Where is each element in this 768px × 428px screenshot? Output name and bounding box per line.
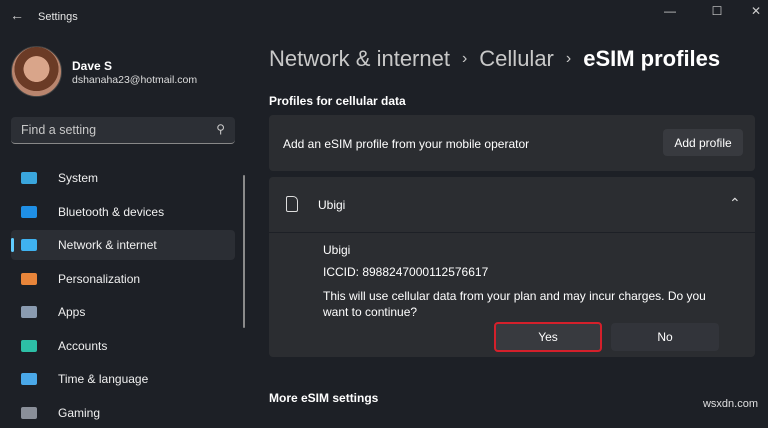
- sidebar-item-label: Gaming: [58, 405, 101, 420]
- sidebar-item-label: Personalization: [58, 271, 141, 286]
- back-button[interactable]: ←: [10, 7, 24, 23]
- nav-icon: [21, 339, 37, 352]
- nav-icon: [21, 306, 37, 318]
- sidebar-item-label: Network & internet: [58, 238, 157, 252]
- watermark: wsxdn.com: [702, 398, 758, 410]
- profile-detail-name: Ubigi: [323, 243, 351, 257]
- sidebar-item-apps[interactable]: Apps: [11, 297, 235, 327]
- yes-button[interactable]: Yes: [494, 322, 602, 352]
- chevron-right-icon: ›: [461, 50, 468, 67]
- chevron-right-icon: ›: [565, 50, 572, 67]
- nav-icon: [21, 205, 37, 218]
- sidebar-item-label: System: [58, 171, 99, 185]
- search-placeholder: Find a setting: [21, 123, 97, 137]
- profile-message: This will use cellular data from your pl…: [323, 289, 706, 319]
- sidebar-item-label: Accounts: [58, 338, 108, 353]
- sim-card-icon: [286, 196, 298, 212]
- sidebar-item-gaming[interactable]: Gaming: [11, 398, 235, 428]
- search-input[interactable]: Find a setting ⚲: [11, 117, 235, 144]
- nav-icon: [21, 373, 37, 385]
- profile-card: Ubigi ⌃ Ubigi ICCID: 8988247000112576617…: [269, 177, 755, 357]
- sidebar-scrollbar[interactable]: [243, 175, 245, 328]
- sidebar-item-network-internet[interactable]: Network & internet: [11, 230, 235, 260]
- search-icon[interactable]: ⚲: [216, 122, 225, 136]
- sidebar-item-accounts[interactable]: Accounts: [11, 331, 235, 361]
- profile-name: Ubigi: [318, 198, 346, 212]
- sidebar-item-label: Apps: [58, 305, 86, 319]
- sidebar-item-time-language[interactable]: Time & language: [11, 364, 235, 394]
- sidebar-item-system[interactable]: System: [11, 163, 235, 193]
- user-email: dshanaha23@hotmail.com: [72, 74, 198, 86]
- window-title: Settings: [38, 11, 78, 23]
- avatar[interactable]: [11, 46, 62, 97]
- nav-icon: [21, 239, 37, 251]
- more-esim-settings-title: More eSIM settings: [269, 391, 379, 405]
- breadcrumb-cellular[interactable]: Cellular: [479, 46, 554, 71]
- chevron-up-icon[interactable]: ⌃: [729, 195, 741, 212]
- no-button[interactable]: No: [611, 323, 719, 351]
- nav-icon: [21, 272, 37, 285]
- maximize-button[interactable]: ☐: [707, 4, 727, 18]
- sidebar-item-personalization[interactable]: Personalization: [11, 264, 235, 294]
- close-button[interactable]: ✕: [746, 4, 766, 18]
- add-profile-card: Add an eSIM profile from your mobile ope…: [269, 115, 755, 171]
- sidebar-item-label: Bluetooth & devices: [58, 204, 165, 219]
- breadcrumb: Network & internet › Cellular › eSIM profile…: [269, 46, 720, 72]
- profile-iccid: ICCID: 8988247000112576617: [323, 265, 489, 279]
- section-title: Profiles for cellular data: [269, 94, 406, 108]
- nav-icon: [21, 172, 37, 184]
- breadcrumb-network[interactable]: Network & internet: [269, 46, 450, 71]
- sidebar-item-bluetooth-devices[interactable]: Bluetooth & devices: [11, 197, 235, 227]
- add-profile-button[interactable]: Add profile: [663, 129, 743, 156]
- minimize-button[interactable]: —: [660, 4, 680, 18]
- selection-indicator: [11, 238, 14, 252]
- profile-header[interactable]: Ubigi ⌃: [269, 177, 755, 233]
- user-name: Dave S: [72, 59, 113, 73]
- page-title: eSIM profiles: [583, 46, 721, 71]
- sidebar-item-label: Time & language: [58, 372, 149, 386]
- nav-icon: [21, 406, 37, 419]
- add-profile-text: Add an eSIM profile from your mobile ope…: [283, 137, 530, 151]
